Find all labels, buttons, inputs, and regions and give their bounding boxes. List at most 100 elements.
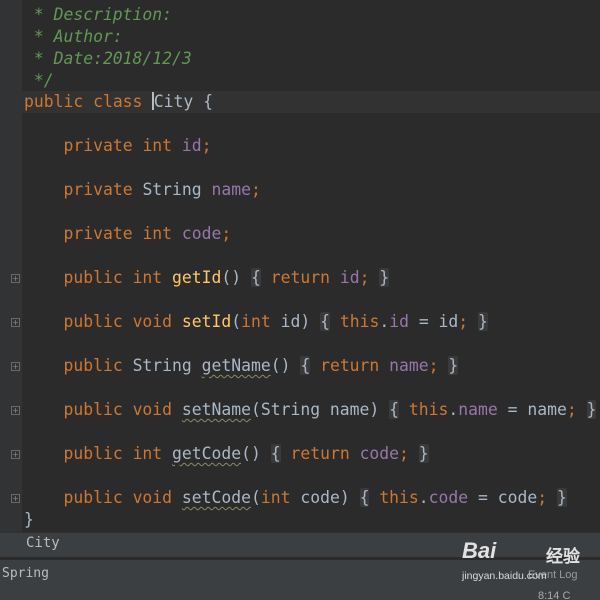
code-token: ;	[566, 400, 577, 419]
code-token: private	[63, 224, 143, 243]
code-token: private	[63, 180, 143, 199]
code-token: int	[260, 488, 301, 507]
fold-expand-icon[interactable]: +	[11, 318, 20, 327]
code-token: int	[241, 312, 281, 331]
code-token: public	[63, 356, 133, 375]
code-token: .	[448, 400, 459, 419]
code-token: ;	[201, 136, 212, 155]
status-bar: 8:14 C	[0, 588, 600, 600]
code-token: ()	[270, 356, 301, 375]
caret-position[interactable]: 8:14 C	[538, 590, 570, 600]
code-token: name	[389, 356, 429, 375]
code-line[interactable]: private int id;	[24, 135, 212, 157]
code-line[interactable]: * Date:2018/12/3	[24, 48, 192, 70]
code-token: City	[153, 92, 194, 111]
code-token: {	[270, 444, 281, 463]
code-token: getName	[201, 356, 271, 375]
code-token: String	[132, 356, 202, 375]
code-token: ;	[458, 312, 469, 331]
fold-expand-icon[interactable]: +	[11, 450, 20, 459]
code-line[interactable]: * Description:	[24, 4, 172, 26]
code-token: {	[251, 268, 261, 287]
code-token: id	[389, 312, 409, 331]
code-token: ;	[399, 444, 409, 463]
code-token: public	[63, 400, 133, 419]
code-line[interactable]: }	[24, 509, 34, 531]
code-token: name	[458, 400, 498, 419]
fold-expand-icon[interactable]: +	[11, 274, 20, 283]
code-token: class	[93, 92, 153, 111]
code-line[interactable]: */	[24, 70, 54, 92]
code-token: * Author:	[24, 27, 123, 46]
code-token: * Description:	[24, 5, 173, 24]
code-editor[interactable]: * Description: * Author: * Date:2018/12/…	[0, 0, 600, 532]
code-token: {	[359, 488, 370, 507]
code-token: id)	[280, 312, 321, 331]
code-token: public	[24, 92, 94, 111]
code-token: id	[181, 136, 202, 155]
code-token: return	[290, 444, 360, 463]
code-token: {	[320, 312, 330, 331]
code-token: }	[448, 356, 459, 375]
code-line[interactable]: public class City {	[24, 91, 213, 113]
code-token: code	[359, 444, 400, 463]
code-line[interactable]: * Author:	[24, 26, 123, 48]
fold-expand-icon[interactable]: +	[11, 406, 20, 415]
code-token: int	[142, 136, 182, 155]
code-token: name	[211, 180, 251, 199]
fold-expand-icon[interactable]: +	[11, 494, 20, 503]
code-token: void	[132, 312, 182, 331]
breadcrumb-class-city[interactable]: City	[26, 535, 60, 551]
code-token: void	[132, 488, 182, 507]
breadcrumb-bar: City	[0, 532, 600, 557]
code-line[interactable]: public String getName() { return name; }	[24, 355, 459, 377]
code-line[interactable]: public void setId(int id) { this.id = id…	[24, 311, 488, 333]
code-line[interactable]: public int getCode() { return code; }	[24, 443, 429, 465]
code-token: .	[418, 488, 429, 507]
fold-expand-icon[interactable]: +	[11, 362, 20, 371]
code-token: id	[339, 268, 360, 287]
code-line[interactable]: private String name;	[24, 179, 261, 201]
code-token: = code	[468, 488, 538, 507]
code-token: public	[63, 488, 133, 507]
code-token: (	[231, 312, 242, 331]
spring-tool-tab[interactable]: Spring	[2, 566, 49, 581]
code-line[interactable]: public int getId() { return id; }	[24, 267, 390, 289]
code-token: return	[320, 356, 390, 375]
code-token: ()	[221, 268, 251, 287]
code-token: ;	[537, 488, 548, 507]
event-log-tab[interactable]: Event Log	[528, 569, 578, 581]
code-token: = name	[497, 400, 567, 419]
code-token: ;	[251, 180, 261, 199]
code-token: (String name)	[250, 400, 390, 419]
code-token: code	[181, 224, 222, 243]
code-line[interactable]: public void setName(String name) { this.…	[24, 399, 597, 421]
code-line[interactable]: public void setCode(int code) { this.cod…	[24, 487, 567, 509]
code-token: }	[478, 312, 488, 331]
code-token: {	[300, 356, 311, 375]
code-token: getCode	[172, 444, 242, 463]
code-token: ()	[241, 444, 271, 463]
code-token: ;	[428, 356, 439, 375]
code-token: code	[428, 488, 469, 507]
code-token: ;	[221, 224, 232, 243]
code-line[interactable]: private int code;	[24, 223, 231, 245]
code-token: */	[24, 71, 54, 90]
code-token: int	[132, 268, 173, 287]
code-token: }	[586, 400, 597, 419]
code-token: int	[142, 224, 182, 243]
code-token: setName	[181, 400, 251, 419]
